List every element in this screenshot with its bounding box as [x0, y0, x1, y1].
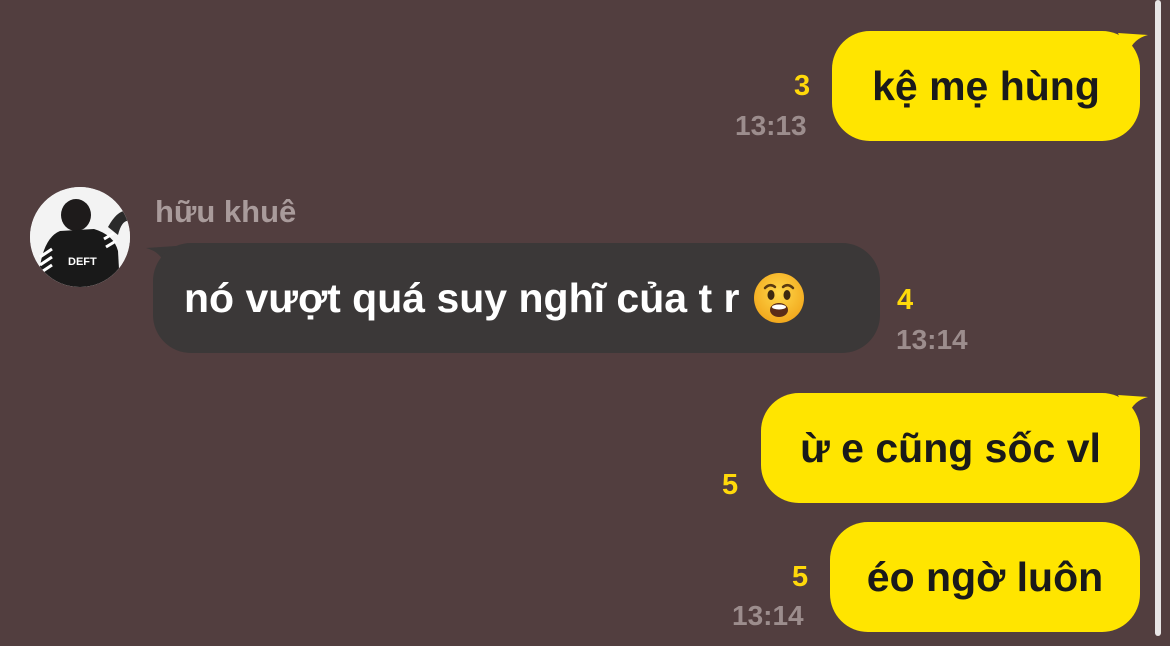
message-bubble-incoming[interactable]: nó vượt quá suy nghĩ của t r [153, 243, 880, 353]
scrollbar[interactable] [1155, 0, 1161, 636]
message-text: éo ngờ luôn [866, 553, 1104, 600]
message-bubble-outgoing[interactable]: éo ngờ luôn [830, 522, 1140, 632]
message-text: kệ mẹ hùng [872, 62, 1100, 109]
message-timestamp: 13:14 [732, 600, 804, 631]
avatar[interactable]: DEFT [30, 187, 130, 287]
message-bubble-outgoing[interactable]: kệ mẹ hùng [832, 31, 1140, 141]
message-timestamp: 13:14 [896, 324, 968, 355]
avatar-photo: DEFT [30, 187, 130, 287]
avatar-shirt-text: DEFT [68, 256, 97, 268]
anguished-face-emoji [754, 273, 805, 323]
unread-count: 5 [792, 561, 809, 593]
message-text: ừ e cũng sốc vl [800, 424, 1101, 471]
sender-name: hữu khuê [155, 194, 297, 229]
message-text: nó vượt quá suy nghĩ của t r [184, 274, 740, 321]
unread-count: 4 [897, 284, 914, 316]
unread-count: 3 [794, 70, 811, 102]
bubble-tail [1118, 33, 1148, 55]
message-timestamp: 13:13 [735, 110, 807, 141]
bubble-tail [1118, 395, 1148, 417]
message-bubble-outgoing[interactable]: ừ e cũng sốc vl [761, 393, 1140, 503]
unread-count: 5 [722, 469, 739, 501]
